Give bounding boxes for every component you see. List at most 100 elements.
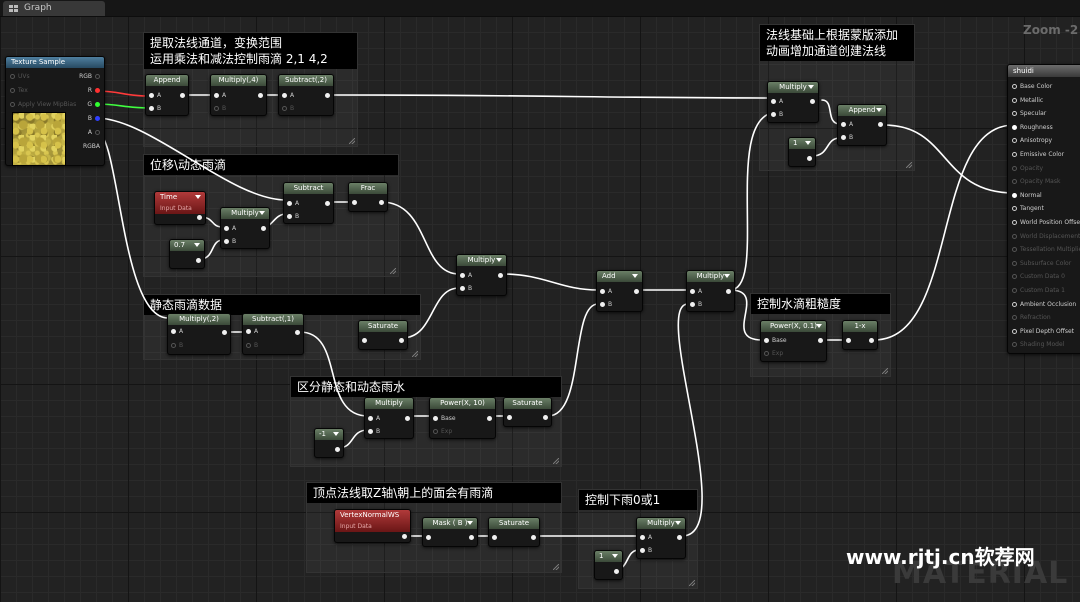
node-subtract-1[interactable]: Subtract(,1) A B: [242, 313, 304, 355]
pin-mipbias[interactable]: Apply View MipBias: [10, 101, 76, 109]
pin-a[interactable]: A: [600, 288, 612, 296]
pin-b[interactable]: B: [88, 115, 100, 123]
node-add[interactable]: Add A B: [596, 270, 643, 312]
pin-input[interactable]: [846, 337, 854, 345]
output-pin[interactable]: [614, 569, 619, 574]
pin-b[interactable]: B: [246, 342, 258, 350]
output-pin[interactable]: [531, 535, 536, 540]
node-power-0.1[interactable]: Power(X, 0.1) Base Exp: [760, 320, 827, 362]
output-pin[interactable]: [810, 99, 815, 104]
pin-b[interactable]: B: [841, 134, 853, 142]
node-frac[interactable]: Frac: [348, 182, 388, 212]
output-pin[interactable]: [222, 330, 227, 335]
material-pin[interactable]: Base Color: [1012, 83, 1052, 91]
node-material-output[interactable]: shuidi Base Color Metallic Specular Roughne…: [1007, 64, 1080, 354]
pin-b[interactable]: B: [771, 111, 783, 119]
tab-graph[interactable]: Graph: [3, 1, 105, 16]
pin-a[interactable]: A: [88, 129, 100, 137]
material-pin[interactable]: Refraction: [1012, 314, 1051, 322]
pin-a[interactable]: A: [640, 534, 652, 542]
pin-a[interactable]: A: [246, 328, 258, 336]
pin-b[interactable]: B: [640, 547, 652, 555]
output-pin[interactable]: [818, 338, 823, 343]
output-pin[interactable]: [402, 534, 407, 539]
material-pin[interactable]: World Displacement: [1012, 233, 1080, 241]
material-pin[interactable]: Specular: [1012, 110, 1046, 118]
node-vertex-normal-ws[interactable]: VertexNormalWS Input Data: [334, 509, 411, 543]
node-time[interactable]: Time Input Data: [154, 191, 206, 225]
node-saturate-2[interactable]: Saturate: [503, 397, 552, 427]
pin-exp[interactable]: Exp: [764, 350, 783, 358]
output-pin[interactable]: [335, 447, 340, 452]
material-graph-canvas[interactable]: Graph Zoom -2 MATERIAL 提取法线通道，变换范围 运用乘法和…: [0, 0, 1080, 602]
pin-a[interactable]: A: [368, 415, 380, 423]
node-append-2[interactable]: Append A B: [837, 104, 887, 146]
output-pin[interactable]: [379, 200, 384, 205]
material-pin[interactable]: Normal: [1012, 192, 1042, 200]
node-multiply-separate[interactable]: Multiply A B: [364, 397, 414, 439]
pin-rgb[interactable]: RGB: [79, 73, 100, 81]
node-power-10[interactable]: Power(X, 10) Base Exp: [429, 397, 496, 439]
output-pin[interactable]: [498, 273, 503, 278]
pin-input[interactable]: [426, 534, 434, 542]
pin-a[interactable]: A: [771, 98, 783, 106]
node-multiply-drops[interactable]: Multiply A B: [686, 270, 735, 312]
pin-a[interactable]: A: [214, 92, 226, 100]
pin-b[interactable]: B: [460, 285, 472, 293]
pin-b[interactable]: B: [149, 105, 161, 113]
output-pin[interactable]: [261, 226, 266, 231]
pin-b[interactable]: B: [690, 301, 702, 309]
node-one-minus[interactable]: 1-x: [842, 320, 878, 350]
pin-g[interactable]: G: [87, 101, 100, 109]
output-pin[interactable]: [469, 535, 474, 540]
node-constant-1-mask[interactable]: 1: [788, 137, 816, 167]
output-pin[interactable]: [325, 201, 330, 206]
output-pin[interactable]: [677, 535, 682, 540]
pin-a[interactable]: A: [224, 225, 236, 233]
pin-b[interactable]: B: [171, 342, 183, 350]
output-pin[interactable]: [487, 416, 492, 421]
output-pin[interactable]: [258, 93, 263, 98]
node-append[interactable]: Append A B: [145, 74, 189, 116]
output-pin[interactable]: [180, 93, 185, 98]
node-multiply-time[interactable]: Multiply A B: [220, 207, 270, 249]
pin-b[interactable]: B: [368, 428, 380, 436]
pin-base[interactable]: Base: [433, 415, 456, 423]
output-pin[interactable]: [878, 122, 883, 127]
pin-a[interactable]: A: [690, 288, 702, 296]
output-pin[interactable]: [196, 258, 201, 263]
output-pin[interactable]: [807, 156, 812, 161]
pin-a[interactable]: A: [841, 121, 853, 129]
pin-a[interactable]: A: [287, 200, 299, 208]
node-constant-0.7[interactable]: 0.7: [169, 239, 205, 269]
node-mask-b[interactable]: Mask ( B ): [422, 517, 478, 547]
material-pin[interactable]: World Position Offset: [1012, 219, 1080, 227]
node-saturate-3[interactable]: Saturate: [488, 517, 540, 547]
pin-tex[interactable]: Tex: [10, 87, 28, 95]
material-pin[interactable]: Tangent: [1012, 205, 1044, 213]
output-pin[interactable]: [869, 338, 874, 343]
node-multiply-rain[interactable]: Multiply A B: [636, 517, 686, 559]
material-pin[interactable]: Shading Model: [1012, 341, 1064, 349]
material-pin[interactable]: Opacity: [1012, 165, 1043, 173]
output-pin[interactable]: [405, 416, 410, 421]
material-pin[interactable]: Tessellation Multiplier: [1012, 246, 1080, 254]
output-pin[interactable]: [543, 415, 548, 420]
output-pin[interactable]: [197, 215, 202, 220]
node-subtract[interactable]: Subtract A B: [283, 182, 334, 224]
pin-a[interactable]: A: [171, 328, 183, 336]
node-texture-sample[interactable]: Texture Sample UVs Tex Apply View MipBia…: [5, 56, 105, 166]
pin-b[interactable]: B: [600, 301, 612, 309]
material-pin[interactable]: Custom Data 0: [1012, 273, 1065, 281]
node-saturate[interactable]: Saturate: [358, 320, 408, 350]
pin-a[interactable]: A: [149, 92, 161, 100]
pin-b[interactable]: B: [287, 213, 299, 221]
pin-b[interactable]: B: [214, 105, 226, 113]
node-multiply-2[interactable]: Multiply(,2) A B: [167, 313, 231, 355]
pin-exp[interactable]: Exp: [433, 428, 452, 436]
material-pin[interactable]: Opacity Mask: [1012, 178, 1060, 186]
node-multiply-combine[interactable]: Multiply A B: [456, 254, 507, 296]
pin-a[interactable]: A: [282, 92, 294, 100]
node-multiply-mask[interactable]: Multiply A B: [767, 81, 819, 123]
pin-b[interactable]: B: [224, 238, 236, 246]
